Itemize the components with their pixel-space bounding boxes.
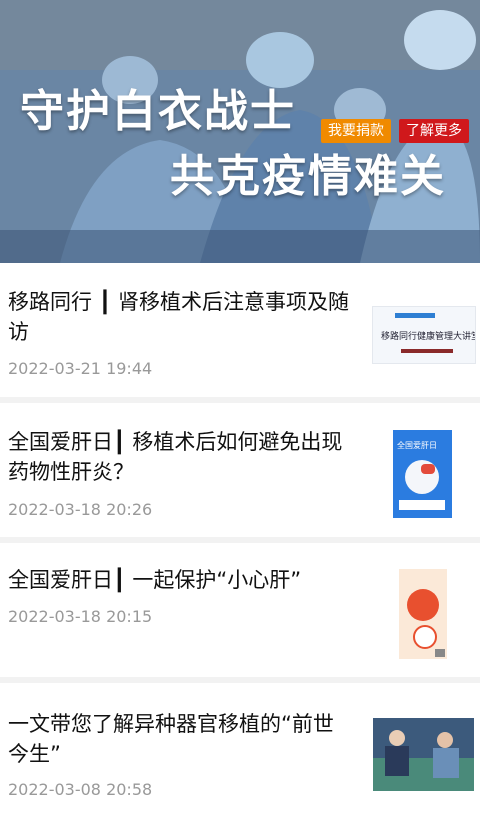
article-title: 全国爱肝日┃ 一起保护“小心肝” xyxy=(8,568,302,592)
article-list: 移路同行 ┃ 肾移植术后注意事项及随访 2022-03-21 19:44 全国爱… xyxy=(0,263,480,823)
thumbnail-caption: 移路同行健康管理大讲堂 xyxy=(381,332,476,342)
article-date: 2022-03-18 20:15 xyxy=(8,607,153,626)
article-thumbnail xyxy=(373,718,474,791)
article-title: 一文带您了解异种器官移植的“前世今生” xyxy=(8,712,334,766)
banner-slogan-line1: 守护白衣战士 xyxy=(20,86,296,137)
article-date: 2022-03-08 20:58 xyxy=(8,780,153,799)
article-title: 移路同行 ┃ 肾移植术后注意事项及随访 xyxy=(8,290,349,344)
learn-more-button[interactable]: 了解更多 xyxy=(399,119,469,143)
article-date: 2022-03-21 19:44 xyxy=(8,359,153,378)
article-title: 全国爱肝日┃ 移植术后如何避免出现药物性肝炎？ xyxy=(8,430,343,484)
article-thumbnail: 全国爱肝日 xyxy=(393,430,452,518)
thumbnail-caption: 全国爱肝日 xyxy=(397,441,437,450)
article-thumbnail: 移路同行健康管理大讲堂 xyxy=(372,306,476,364)
donate-button[interactable]: 我要捐款 xyxy=(321,119,391,143)
banner-slogan-line2: 共克疫情难关 xyxy=(170,151,446,202)
article-date: 2022-03-18 20:26 xyxy=(8,500,153,519)
hero-banner[interactable]: 守护白衣战士 共克疫情难关 我要捐款 了解更多 xyxy=(0,0,480,263)
article-thumbnail xyxy=(399,569,447,659)
